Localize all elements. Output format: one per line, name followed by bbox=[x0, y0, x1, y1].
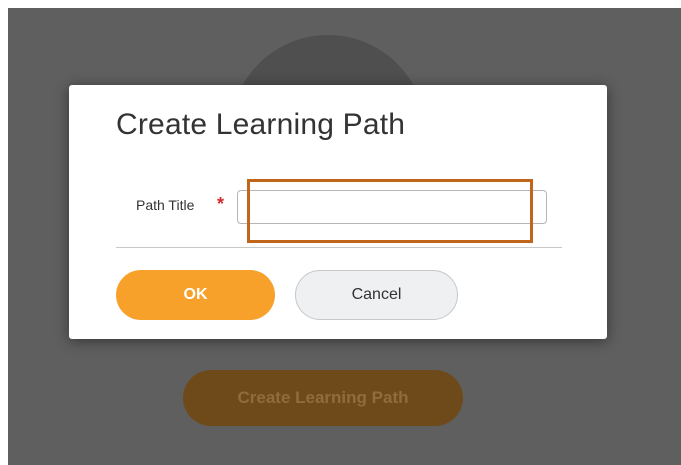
cancel-button[interactable]: Cancel bbox=[295, 270, 458, 320]
required-marker: * bbox=[217, 194, 225, 214]
page-overlay: Create Learning Path Create Learning Pat… bbox=[8, 8, 681, 465]
ok-button[interactable]: OK bbox=[116, 270, 275, 320]
path-title-field-row: Path Title * bbox=[69, 181, 607, 231]
dialog-title: Create Learning Path bbox=[116, 108, 406, 141]
create-learning-path-dialog: Create Learning Path Path Title * OK Can… bbox=[69, 85, 607, 339]
path-title-input[interactable] bbox=[237, 190, 547, 224]
dialog-divider bbox=[116, 247, 562, 248]
path-title-label: Path Title bbox=[136, 197, 195, 213]
background-create-learning-path-button: Create Learning Path bbox=[183, 370, 463, 426]
